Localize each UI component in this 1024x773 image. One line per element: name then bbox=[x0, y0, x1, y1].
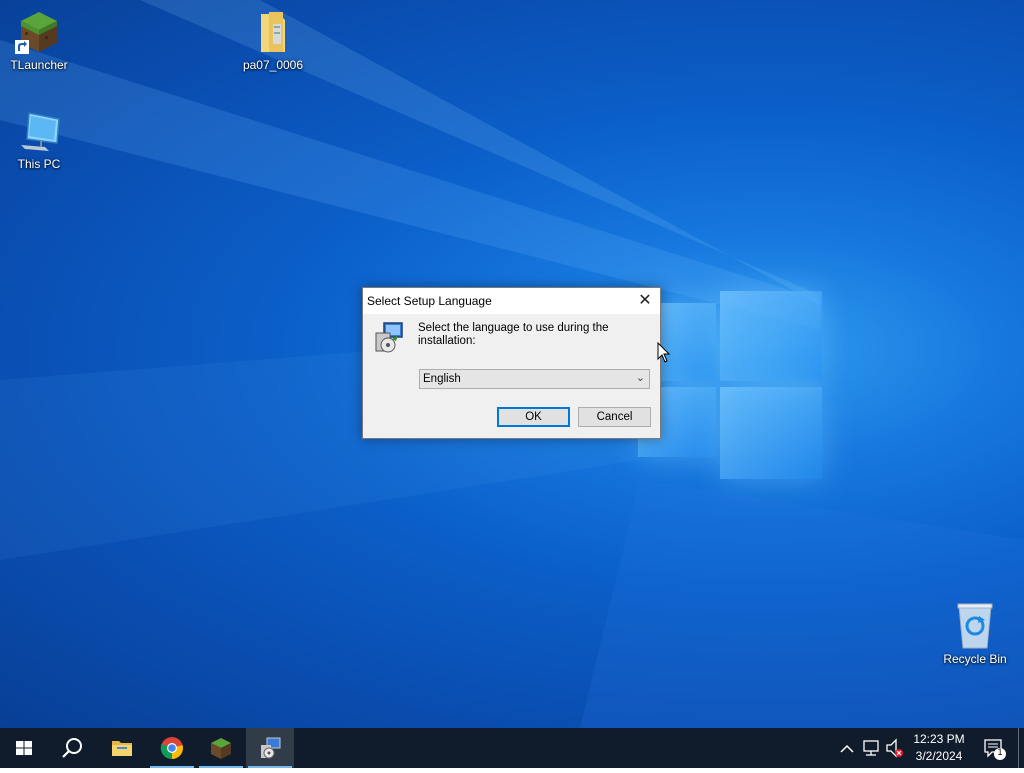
folder-icon bbox=[249, 8, 297, 56]
taskbar-clock[interactable]: 12:23 PM 3/2/2024 bbox=[900, 731, 978, 765]
chrome-icon bbox=[160, 737, 183, 760]
dialog-prompt: Select the language to use during the in… bbox=[418, 322, 609, 347]
recycle-bin-icon bbox=[951, 602, 999, 650]
tray-overflow-chevron[interactable] bbox=[838, 728, 856, 768]
language-select-value: English bbox=[423, 373, 461, 385]
action-center-button[interactable]: 1 bbox=[980, 728, 1010, 768]
clock-date: 3/2/2024 bbox=[915, 749, 963, 763]
ok-button[interactable]: OK bbox=[497, 407, 570, 427]
chevron-up-icon bbox=[840, 744, 854, 753]
desktop-icon-pa07_0006[interactable]: pa07_0006 bbox=[235, 8, 311, 72]
dialog-titlebar[interactable]: Select Setup Language ✕ bbox=[363, 288, 660, 314]
desktop-icon-label: Recycle Bin bbox=[943, 652, 1007, 666]
start-button[interactable] bbox=[0, 728, 48, 768]
taskbar-setup[interactable] bbox=[246, 728, 294, 768]
computer-icon bbox=[15, 107, 63, 155]
desktop-icon-recycle-bin[interactable]: Recycle Bin bbox=[937, 602, 1013, 666]
desktop-icon-this-pc[interactable]: This PC bbox=[1, 107, 77, 171]
chevron-down-icon: ⌄ bbox=[635, 372, 645, 384]
tray-network[interactable] bbox=[860, 728, 882, 768]
desktop-icon-label: This PC bbox=[17, 157, 61, 171]
desktop-icon-label: TLauncher bbox=[10, 58, 68, 72]
mouse-cursor-icon bbox=[657, 342, 671, 363]
minecraft-grass-block-icon bbox=[211, 738, 231, 759]
clock-time: 12:23 PM bbox=[913, 732, 965, 746]
setup-installer-icon bbox=[372, 321, 406, 355]
search-icon bbox=[62, 738, 82, 758]
folder-icon bbox=[112, 741, 132, 756]
notification-count: 1 bbox=[997, 747, 1003, 757]
close-icon[interactable]: ✕ bbox=[630, 288, 660, 314]
desktop-icon-tlauncher[interactable]: TLauncher bbox=[1, 8, 77, 72]
desktop-icon-label: pa07_0006 bbox=[242, 58, 304, 72]
minecraft-grass-block-icon bbox=[15, 8, 63, 56]
wallpaper-logo-pane bbox=[720, 291, 822, 381]
taskbar-chrome[interactable] bbox=[148, 728, 196, 768]
dialog-title: Select Setup Language bbox=[367, 294, 492, 308]
network-icon bbox=[863, 740, 879, 756]
setup-language-dialog: Select Setup Language ✕ Select the langu… bbox=[362, 287, 661, 439]
show-desktop-button[interactable] bbox=[1018, 728, 1024, 768]
cancel-button[interactable]: Cancel bbox=[578, 407, 651, 427]
notification-icon bbox=[984, 739, 1006, 760]
setup-installer-icon bbox=[261, 737, 281, 759]
wallpaper-logo-pane bbox=[720, 387, 822, 479]
language-select[interactable]: English ⌄ bbox=[419, 369, 650, 389]
taskbar-tlauncher[interactable] bbox=[197, 728, 245, 768]
windows-start-icon bbox=[16, 741, 32, 755]
taskbar: 12:23 PM 3/2/2024 1 bbox=[0, 728, 1024, 768]
search-button[interactable] bbox=[48, 728, 96, 768]
taskbar-file-explorer[interactable] bbox=[98, 728, 146, 768]
